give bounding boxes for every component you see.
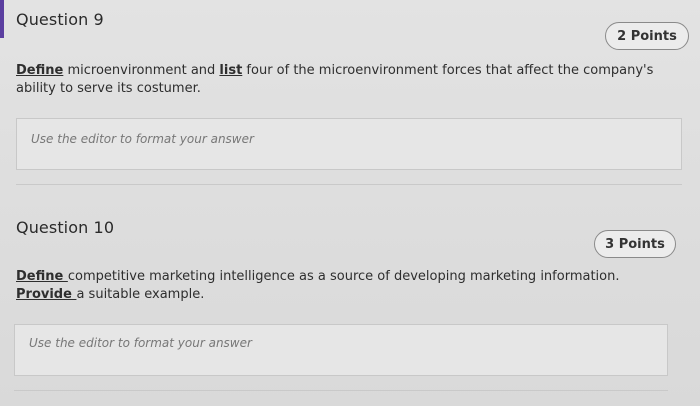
question-10-title: Question 10	[16, 218, 115, 237]
question-9-title: Question 9	[16, 10, 104, 29]
question-9-verb-list: list	[219, 63, 243, 78]
question-9-points-badge: 2 Points	[605, 22, 689, 50]
question-9-verb-define: Define	[16, 63, 64, 78]
question-10-editor-placeholder: Use the editor to format your answer	[29, 336, 252, 350]
question-10-verb-define: Define	[16, 269, 68, 284]
question-10-points-badge: 3 Points	[594, 230, 676, 258]
question-9-answer-editor[interactable]: Use the editor to format your answer	[16, 118, 682, 170]
question-10-answer-editor[interactable]: Use the editor to format your answer	[14, 324, 668, 376]
question-10-prompt: Define competitive marketing intelligenc…	[16, 268, 656, 304]
question-9-editor-placeholder: Use the editor to format your answer	[31, 132, 254, 146]
question-9-prompt: Define microenvironment and list four of…	[16, 62, 676, 98]
quiz-page: Question 9 2 Points Define microenvironm…	[0, 0, 700, 406]
question-10-prompt-text-2: a suitable example.	[76, 287, 205, 302]
question-10-verb-provide: Provide	[16, 287, 77, 302]
question-9-prompt-text: microenvironment and	[63, 63, 220, 78]
active-question-indicator	[0, 0, 4, 38]
question-10-prompt-text: competitive marketing intelligence as a …	[67, 269, 620, 284]
question-divider-bottom	[14, 390, 668, 391]
question-divider	[16, 184, 682, 185]
